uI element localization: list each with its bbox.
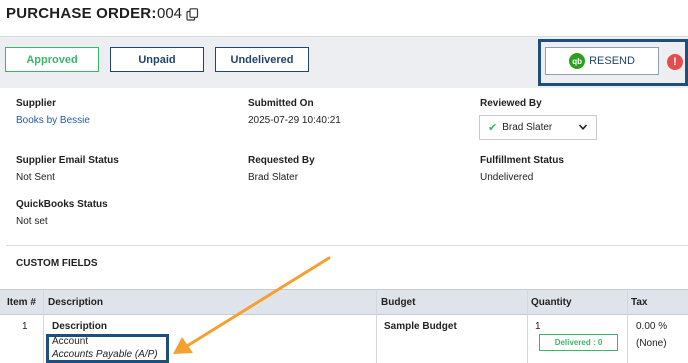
page-title: PURCHASE ORDER: bbox=[6, 5, 157, 22]
section-divider bbox=[6, 245, 688, 246]
approved-status-button[interactable]: Approved bbox=[5, 47, 99, 72]
quickbooks-status-label: QuickBooks Status bbox=[16, 199, 108, 210]
column-divider bbox=[376, 289, 377, 363]
tax-rate: 0.00 % bbox=[636, 321, 668, 332]
custom-fields-heading: CUSTOM FIELDS bbox=[16, 258, 98, 269]
undelivered-status-button[interactable]: Undelivered bbox=[215, 47, 309, 72]
check-icon: ✔ bbox=[488, 122, 498, 134]
resend-button[interactable]: qb RESEND bbox=[545, 47, 659, 75]
submitted-on-label: Submitted On bbox=[248, 98, 314, 109]
reviewed-by-label: Reviewed By bbox=[480, 98, 542, 109]
unpaid-status-button[interactable]: Unpaid bbox=[110, 47, 204, 72]
item-number: 1 bbox=[22, 321, 28, 332]
tax-name: (None) bbox=[636, 338, 667, 349]
column-description: Description bbox=[48, 297, 104, 308]
quantity-value: 1 bbox=[535, 321, 541, 332]
table-header: Item # Description Budget Quantity Tax bbox=[0, 289, 688, 315]
copy-icon[interactable] bbox=[186, 8, 199, 21]
account-highlight-box bbox=[46, 334, 169, 363]
chevron-down-icon bbox=[578, 124, 588, 130]
column-budget: Budget bbox=[381, 297, 416, 308]
page-header: PURCHASE ORDER: 004 bbox=[0, 0, 688, 36]
fulfillment-status-label: Fulfillment Status bbox=[480, 155, 564, 166]
supplier-label: Supplier bbox=[16, 98, 57, 109]
alert-icon[interactable]: ! bbox=[667, 54, 683, 70]
supplier-email-status-value: Not Sent bbox=[16, 172, 55, 183]
fulfillment-status-value: Undelivered bbox=[480, 172, 534, 183]
column-divider bbox=[627, 289, 628, 363]
delivered-badge: Delivered : 0 bbox=[539, 334, 618, 351]
column-tax: Tax bbox=[631, 297, 648, 308]
column-quantity: Quantity bbox=[531, 297, 572, 308]
order-details bbox=[6, 88, 688, 246]
resend-label: RESEND bbox=[589, 55, 635, 67]
column-divider bbox=[43, 289, 44, 363]
reviewed-by-value: Brad Slater bbox=[502, 122, 553, 133]
budget-link[interactable]: Sample Budget bbox=[384, 321, 457, 332]
supplier-email-status-label: Supplier Email Status bbox=[16, 155, 119, 166]
po-number: 004 bbox=[157, 5, 183, 22]
requested-by-label: Requested By bbox=[248, 155, 315, 166]
requested-by-value: Brad Slater bbox=[248, 172, 299, 183]
supplier-link[interactable]: Books by Bessie bbox=[16, 115, 90, 126]
description-title: Description bbox=[52, 321, 108, 332]
reviewed-by-select[interactable]: ✔ Brad Slater bbox=[479, 115, 597, 140]
quickbooks-icon: qb bbox=[569, 53, 586, 69]
column-item-number: Item # bbox=[7, 297, 36, 308]
submitted-on-value: 2025-07-29 10:40:21 bbox=[248, 115, 341, 126]
quickbooks-status-value: Not set bbox=[16, 216, 48, 227]
column-divider bbox=[527, 289, 528, 363]
